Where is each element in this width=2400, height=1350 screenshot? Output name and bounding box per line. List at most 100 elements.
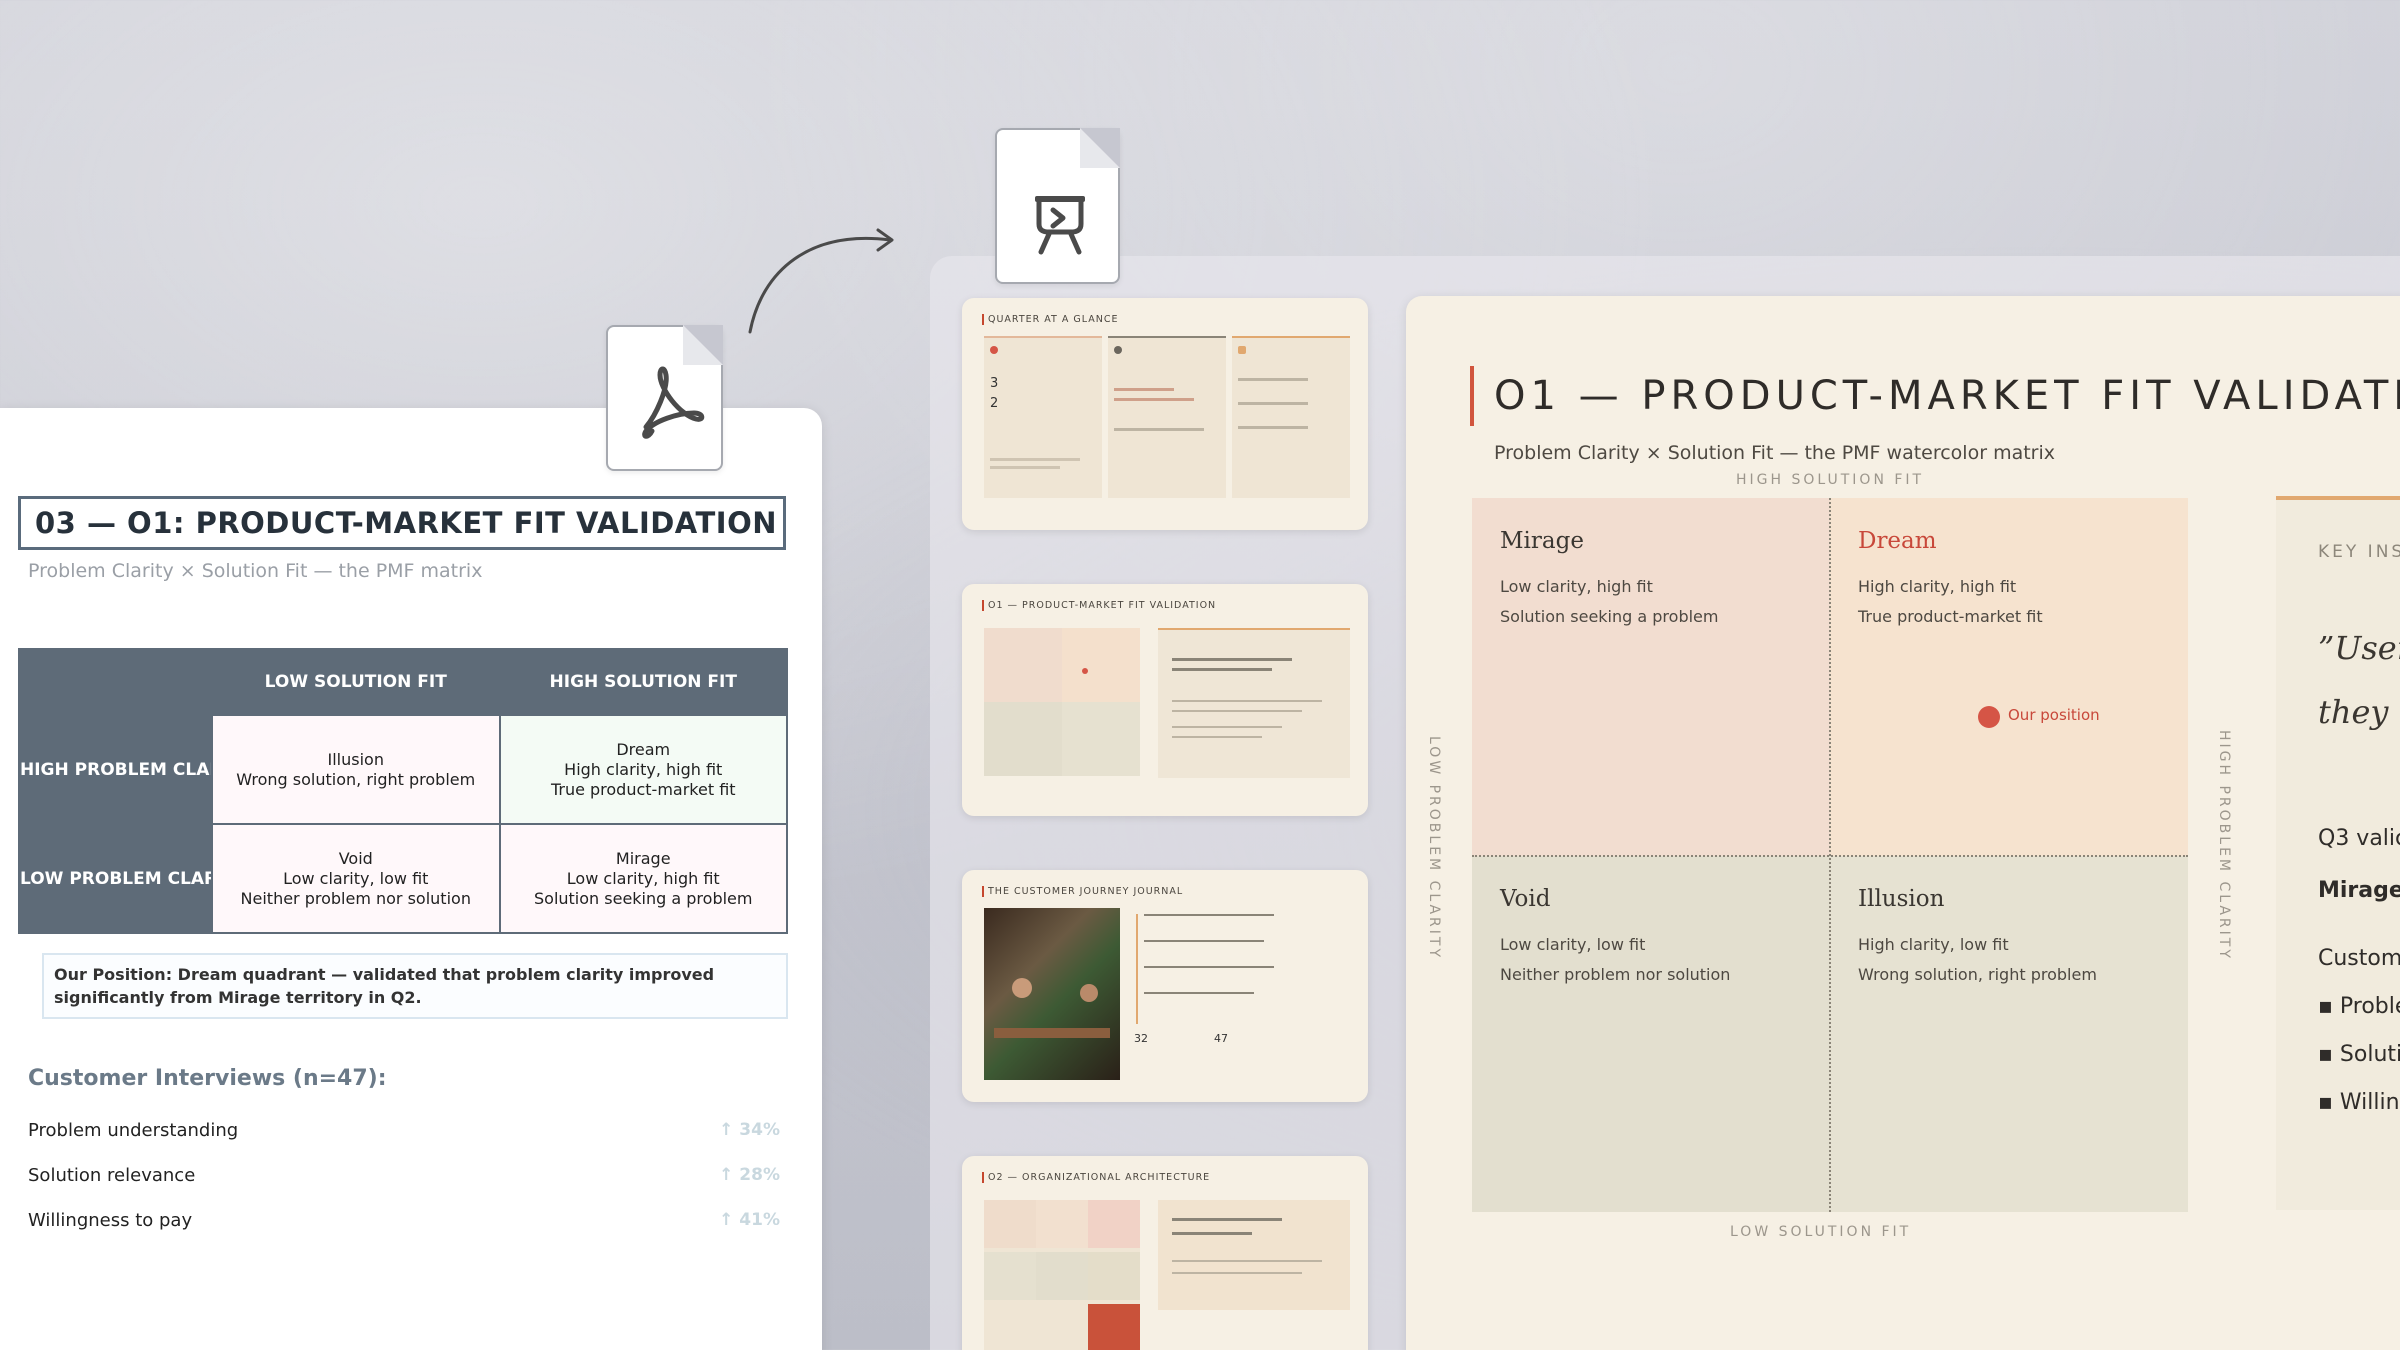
metric-value: ↑ 28% [719,1165,780,1185]
our-position-marker [1978,706,2000,728]
journey-photo [984,908,1120,1080]
slide-thumbnail-1[interactable]: QUARTER AT A GLANCE 3 2 [962,298,1368,530]
table-cell-dream: Dream High clarity, high fit True produc… [498,714,788,825]
cell-line: High clarity, high fit [564,759,723,779]
interviews-heading: Customer Interviews (n=47): [28,1066,387,1091]
pmf-matrix-table: LOW SOLUTION FIT HIGH SOLUTION FIT HIGH … [18,648,788,934]
mini-text-line [1172,1260,1322,1262]
quadrant-dream: Dream High clarity, high fit True produc… [1830,498,2188,856]
table-row-header: LOW PROBLEM CLARITY [18,823,213,934]
cell-line: Wrong solution, right problem [236,769,476,789]
cell-line: Illusion [327,749,384,769]
journey-timeline: 32 47 [1132,910,1342,1080]
mini-text-line [1172,668,1272,671]
cell-line: Neither problem nor solution [240,888,471,908]
mini-text-line [1172,736,1262,738]
person-figure [1080,984,1098,1002]
metric-row: Willingness to pay ↑ 41% [28,1210,780,1240]
mini-number: 3 [990,376,999,391]
cell-line: Low clarity, low fit [283,868,429,888]
metric-label: Problem understanding [28,1120,239,1141]
quadrant-desc: Neither problem nor solution [1500,965,1731,984]
mini-column [1108,336,1226,498]
pdf-file-icon[interactable] [606,325,723,471]
axis-label-top: HIGH SOLUTION FIT [1736,472,1925,488]
mini-text-line [1144,940,1264,942]
mini-quadrant [1062,702,1140,776]
document-subtitle: Problem Clarity × Solution Fit — the PMF… [28,560,483,582]
mini-grid-cell [1088,1200,1140,1248]
cell-line: Low clarity, high fit [566,868,720,888]
mini-text-line [1238,378,1308,381]
mini-grid-cell-highlight [1088,1304,1140,1350]
person-figure [1012,978,1032,998]
insights-text: Custom [2318,946,2400,971]
cell-line: Mirage [615,848,671,868]
quadrant-desc: High clarity, low fit [1858,935,2009,954]
mini-text-line [1114,388,1174,391]
document-title: 03 — O1: PRODUCT-MARKET FIT VALIDATION [18,496,786,550]
metric-label: Solution relevance [28,1165,196,1186]
mini-text-line [1172,658,1292,661]
insights-title: KEY INS [2318,542,2400,562]
table-corner-cell [18,648,213,716]
metric-value: ↑ 34% [719,1120,780,1140]
table-cell-illusion: Illusion Wrong solution, right problem [211,714,501,825]
cell-line: Solution seeking a problem [534,888,753,908]
metric-label: Willingness to pay [28,1210,193,1231]
slide-thumbnail-3[interactable]: THE CUSTOMER JOURNEY JOURNAL 32 47 [962,870,1368,1102]
mini-column [1232,336,1350,498]
pdf-document-page: 03 — O1: PRODUCT-MARKET FIT VALIDATION P… [0,408,822,1350]
quadrant-desc: Low clarity, high fit [1500,577,1653,596]
cell-line: Dream [616,739,671,759]
slide-subtitle: Problem Clarity × Solution Fit — the PMF… [1494,442,2056,464]
quadrant-name: Illusion [1858,886,1945,912]
slide-thumbnail-4[interactable]: O2 — ORGANIZATIONAL ARCHITECTURE [962,1156,1368,1350]
mini-text-line [1172,1272,1302,1274]
thumbnail-title: O2 — ORGANIZATIONAL ARCHITECTURE [982,1172,1210,1183]
insights-text: Q3 valic [2318,826,2400,851]
table-row-header: HIGH PROBLEM CLARITY [18,714,213,825]
insights-text: Mirage [2318,878,2400,903]
slide-thumbnail-2[interactable]: O1 — PRODUCT-MARKET FIT VALIDATION [962,584,1368,816]
axis-label-bottom: LOW SOLUTION FIT [1730,1224,1912,1240]
mini-text-line [1114,398,1194,401]
quadrant-mirage: Mirage Low clarity, high fit Solution se… [1472,498,1830,856]
mini-text-line [1172,700,1322,702]
mini-text-line [1172,710,1302,712]
thumbnail-title: QUARTER AT A GLANCE [982,314,1118,325]
mini-quadrant [984,628,1062,702]
quadrant-desc: True product-market fit [1858,607,2043,626]
mini-text-line [1172,1218,1282,1221]
mini-text-line [1172,726,1282,728]
quadrant-void: Void Low clarity, low fit Neither proble… [1472,856,1830,1212]
mini-quote-box [1158,1200,1350,1310]
presentation-board-icon [1035,196,1085,255]
mini-grid-cell [1036,1252,1088,1300]
main-slide-canvas: O1 — PRODUCT-MARKET FIT VALIDATION Probl… [1406,296,2400,1350]
insights-bullet: ▪ Willing [2318,1090,2400,1115]
quadrant-desc: Solution seeking a problem [1500,607,1719,626]
mini-text-line [1144,992,1254,994]
key-insights-panel: KEY INS ”User they w Q3 valic Mirage Cus… [2276,496,2400,1210]
mini-text-line [1144,914,1274,916]
mini-dot [1238,346,1246,354]
presentation-file-icon[interactable] [995,128,1120,284]
table-col-header: LOW SOLUTION FIT [211,648,501,716]
mini-column: 3 2 [984,336,1102,498]
axis-label-left: LOW PROBLEM CLARITY [1426,736,1442,961]
mini-grid-cell [1036,1200,1088,1248]
mini-org-grid [984,1200,1140,1350]
thumbnail-title: THE CUSTOMER JOURNEY JOURNAL [982,886,1183,897]
insights-quote: ”User they w [2318,616,2400,744]
mini-grid-cell [984,1252,1036,1300]
quote-line: ”User [2318,629,2400,667]
quadrant-desc: Low clarity, low fit [1500,935,1646,954]
mini-text-line [990,466,1060,469]
mini-insights [1158,628,1350,778]
mini-grid-cell [984,1200,1036,1248]
quadrant-name: Mirage [1500,528,1584,554]
timeline-line [1136,914,1138,1024]
mini-quadrant [984,702,1062,776]
slide-title: O1 — PRODUCT-MARKET FIT VALIDATION [1470,366,2400,426]
